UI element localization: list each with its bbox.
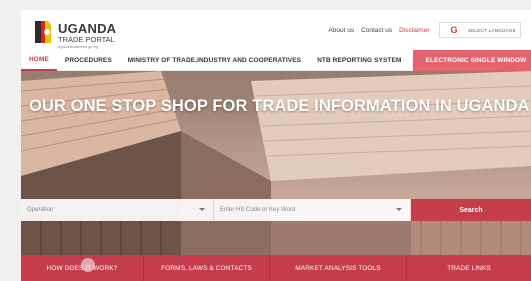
language-label: SELECT LANGUAGE <box>467 27 516 33</box>
tab-forms-laws-contacts[interactable]: FORMS, LAWS & CONTACTS <box>144 255 270 281</box>
chevron-down-icon <box>199 208 205 211</box>
hero-title: OUR ONE STOP SHOP FOR TRADE INFORMATION … <box>29 97 530 115</box>
nav-item-ntb-reporting[interactable]: NTB REPORTING SYSTEM <box>309 50 409 71</box>
nav-item-ministry[interactable]: MINISTRY OF TRADE,INDUSTRY AND COOPERATI… <box>120 50 309 71</box>
tab-market-analysis-tools[interactable]: MARKET ANALYSIS TOOLS <box>270 255 407 281</box>
page-frame: UGANDA TRADE PORTAL ugandatradeinfo.go.u… <box>0 0 531 281</box>
google-g-icon: G <box>450 25 458 35</box>
hero-banner: OUR ONE STOP SHOP FOR TRADE INFORMATION … <box>21 71 531 281</box>
hs-code-input[interactable]: Enter HS Code or Key Word <box>214 199 411 221</box>
brand-logo[interactable]: UGANDA TRADE PORTAL ugandatradeinfo.go.u… <box>58 22 116 49</box>
nav-item-electronic-single-window[interactable]: ELECTRONIC SINGLE WINDOW <box>413 49 531 71</box>
nav-item-home[interactable]: HOME <box>21 50 57 71</box>
about-link[interactable]: About us <box>328 27 354 34</box>
top-links: About us Contact us Disclaimer G SELECT … <box>321 10 521 50</box>
mouse-cursor-highlight <box>81 258 95 272</box>
operation-select[interactable]: Operation <box>21 199 214 221</box>
contact-link[interactable]: Contact us <box>361 27 392 34</box>
search-bar: Operation Enter HS Code or Key Word Sear… <box>21 199 531 221</box>
disclaimer-link[interactable]: Disclaimer <box>399 27 429 34</box>
brand-url: ugandatradeinfo.go.ug <box>58 43 99 49</box>
language-selector[interactable]: G SELECT LANGUAGE <box>438 22 521 38</box>
main-nav: HOME PROCEDURES MINISTRY OF TRADE,INDUST… <box>21 49 531 71</box>
feature-tabs: HOW DOES IT WORK? FORMS, LAWS & CONTACTS… <box>21 255 531 281</box>
chevron-down-icon <box>396 208 402 211</box>
hs-code-placeholder: Enter HS Code or Key Word <box>220 207 296 213</box>
brand-title: UGANDA <box>58 21 117 36</box>
search-button[interactable]: Search <box>411 199 531 221</box>
browser-page: UGANDA TRADE PORTAL ugandatradeinfo.go.u… <box>21 10 531 281</box>
uganda-flag-emblem-icon[interactable] <box>31 19 55 45</box>
brand-subtitle: TRADE PORTAL <box>58 35 115 44</box>
tab-trade-links[interactable]: TRADE LINKS <box>407 255 531 281</box>
operation-select-label: Operation <box>27 207 54 213</box>
nav-item-procedures[interactable]: PROCEDURES <box>57 50 120 71</box>
site-header: UGANDA TRADE PORTAL ugandatradeinfo.go.u… <box>21 10 531 50</box>
